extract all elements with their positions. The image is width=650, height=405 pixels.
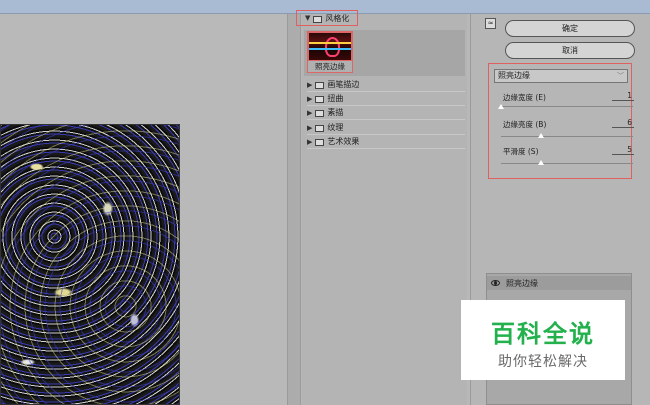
folder-icon xyxy=(315,82,325,89)
effect-layer-row[interactable]: 照亮边缘 xyxy=(487,276,631,290)
triangle-right-icon: ▶ xyxy=(307,137,313,146)
filter-thumbnail-glowing-edges[interactable] xyxy=(307,31,353,62)
category-label: 艺术效果 xyxy=(327,137,360,146)
triangle-right-icon: ▶ xyxy=(307,80,313,89)
folder-icon xyxy=(315,125,325,132)
chevron-down-icon: ﹀ xyxy=(617,72,624,80)
collapse-toggle-button[interactable]: ≈ xyxy=(485,18,496,29)
category-texture[interactable]: ▶ 纹理 xyxy=(307,121,465,135)
folder-icon xyxy=(315,139,325,146)
folder-icon xyxy=(315,96,325,103)
category-artistic[interactable]: ▶ 艺术效果 xyxy=(307,135,465,149)
edge-brightness-slider[interactable] xyxy=(501,136,633,137)
category-stylize[interactable]: ▼ 风格化 xyxy=(296,10,358,26)
category-label: 扭曲 xyxy=(327,94,344,103)
filter-select[interactable]: 照亮边缘 ﹀ xyxy=(494,69,628,83)
category-label: 画笔描边 xyxy=(327,80,360,89)
triangle-right-icon: ▶ xyxy=(307,108,313,117)
smoothness-label: 平滑度 (S) xyxy=(503,147,539,156)
category-sketch[interactable]: ▶ 素描 xyxy=(307,106,465,120)
watermark-title: 百科全说 xyxy=(491,320,595,348)
watermark-logo: 百科全说 助你轻松解决 xyxy=(461,300,625,380)
category-brush-strokes[interactable]: ▶ 画笔描边 xyxy=(307,78,465,92)
cancel-button[interactable]: 取消 xyxy=(505,42,635,59)
category-distort[interactable]: ▶ 扭曲 xyxy=(307,92,465,106)
triangle-right-icon: ▶ xyxy=(307,123,313,132)
watermark-subtitle: 助你轻松解决 xyxy=(498,354,588,370)
preview-image xyxy=(0,124,180,405)
edge-width-label: 边缘宽度 (E) xyxy=(503,93,546,102)
edge-brightness-slider-thumb[interactable] xyxy=(537,133,544,138)
smoothness-slider-thumb[interactable] xyxy=(537,160,544,165)
edge-width-slider[interactable] xyxy=(501,106,633,107)
folder-icon xyxy=(315,110,325,117)
edge-width-input[interactable]: 1 xyxy=(612,91,634,101)
preview-pane xyxy=(0,14,287,405)
triangle-right-icon: ▶ xyxy=(307,94,313,103)
category-label: 素描 xyxy=(327,108,344,117)
filter-select-value: 照亮边缘 xyxy=(498,71,530,80)
effect-layer-name: 照亮边缘 xyxy=(506,278,538,288)
filter-thumbnail-label: 照亮边缘 xyxy=(307,61,353,73)
ok-button[interactable]: 确定 xyxy=(505,20,635,37)
triangle-down-icon: ▼ xyxy=(305,14,311,22)
category-label: 纹理 xyxy=(327,123,344,132)
eye-icon[interactable] xyxy=(491,280,500,286)
smoothness-slider[interactable] xyxy=(501,163,633,164)
edge-brightness-label: 边缘亮度 (B) xyxy=(503,120,547,129)
edge-width-slider-thumb[interactable] xyxy=(498,104,504,109)
category-label: 风格化 xyxy=(325,13,350,23)
smoothness-input[interactable]: 5 xyxy=(612,145,634,155)
pane-divider[interactable] xyxy=(287,14,301,405)
edge-brightness-input[interactable]: 6 xyxy=(612,118,634,128)
folder-icon xyxy=(313,15,323,23)
